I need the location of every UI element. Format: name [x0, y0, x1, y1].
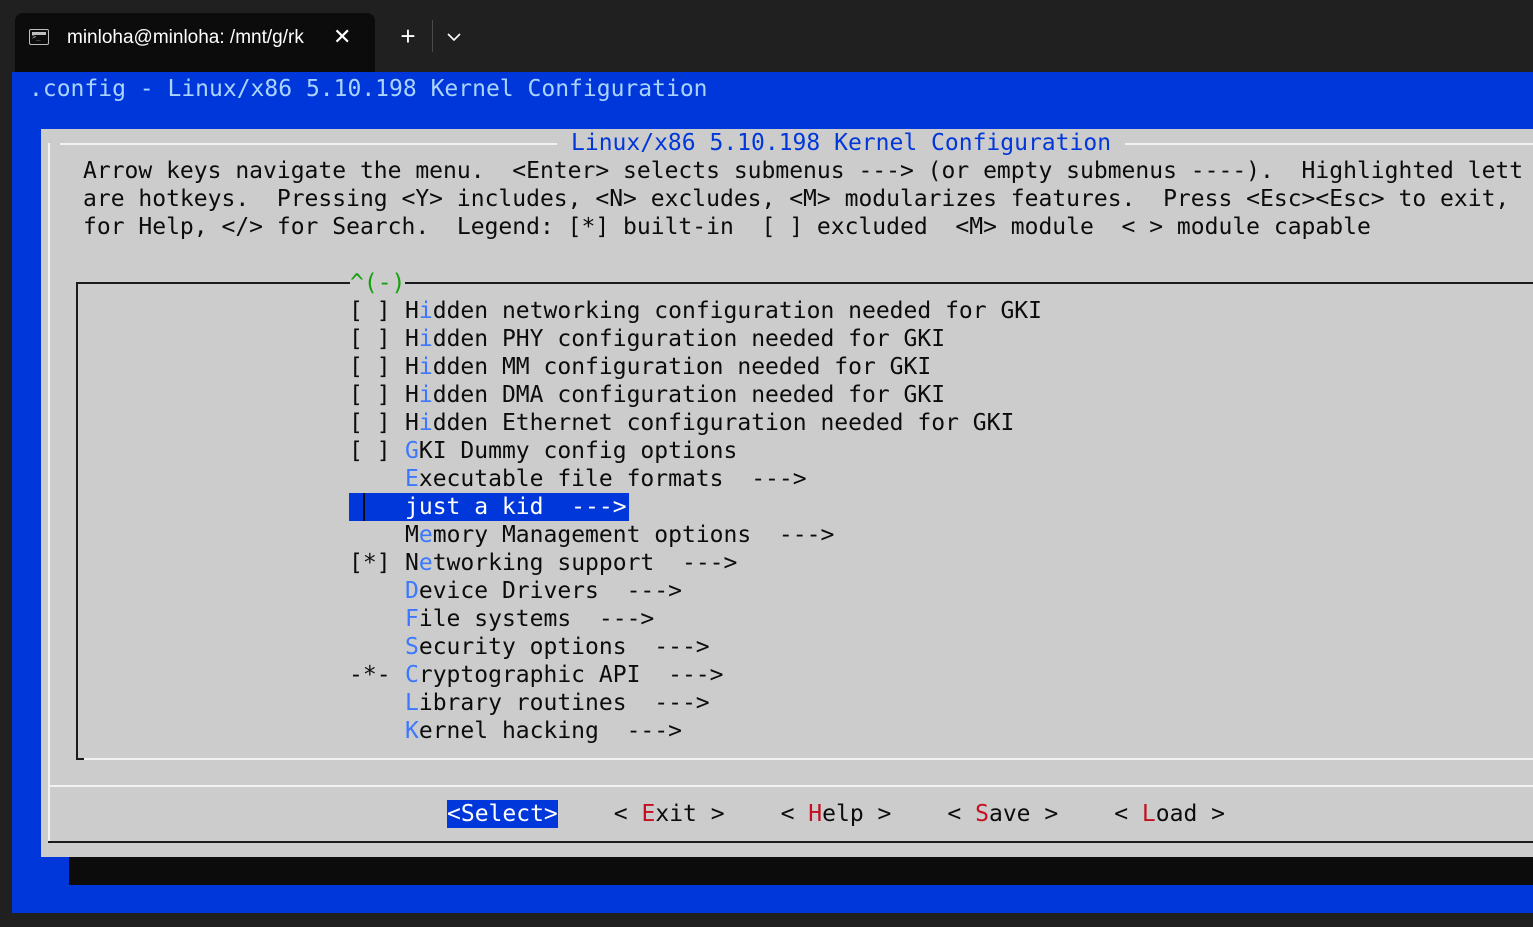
scroll-up-indicator: ^(-) [350, 270, 406, 296]
menu-item-label: Hidden PHY configuration needed for GKI [405, 326, 946, 352]
menu-item-label: Networking support ---> [405, 550, 738, 576]
menu-item-label: just a kid ---> [405, 494, 627, 520]
select-button[interactable]: <Select> [447, 800, 558, 828]
menu-item-hotkey: G [405, 438, 419, 464]
menu-item-hotkey: C [405, 662, 419, 688]
help-text-line: are hotkeys. Pressing <Y> includes, <N> … [83, 186, 1510, 212]
tab-title: minloha@minloha: /mnt/g/rk [67, 27, 304, 48]
menu-item-hotkey: i [418, 410, 433, 436]
menu-item[interactable]: [ ] Hidden PHY configuration needed for G… [349, 325, 1042, 353]
chevron-down-icon[interactable] [442, 20, 466, 52]
menu-item[interactable]: File systems ---> [349, 605, 1042, 633]
menu-item-state: [ ] [349, 438, 391, 464]
menu-item-state: [ ] [349, 410, 391, 436]
config-header: .config - Linux/x86 5.10.198 Kernel Conf… [29, 76, 708, 102]
menu-item-state: [ ] [349, 382, 391, 408]
frame-border [48, 143, 50, 843]
help-text-line: Arrow keys navigate the menu. <Enter> se… [83, 158, 1524, 184]
menu-item[interactable]: Security options ---> [349, 633, 1042, 661]
menu-item-state: [ ] [349, 354, 391, 380]
menu-item[interactable]: [ ] Hidden MM configuration needed for GK… [349, 353, 1042, 381]
menu-item[interactable]: [ ] Hidden DMA configuration needed for G… [349, 381, 1042, 409]
menu-item-hotkey: i [418, 326, 433, 352]
help-text-line: for Help, </> for Search. Legend: [*] bu… [83, 214, 1371, 240]
menu-item-label: Hidden networking configuration needed f… [405, 298, 1042, 324]
menu-item-state [349, 605, 405, 633]
menu-item-state [349, 717, 405, 745]
menu-item-label: Hidden Ethernet configuration needed for… [405, 410, 1015, 436]
dialog-shadow [69, 857, 1533, 885]
menu-list: [ ] Hidden networking configuration neede… [349, 297, 1042, 745]
menu-item-label: Hidden MM configuration needed for GKI [405, 354, 932, 380]
menu-item-label: Security options ---> [405, 634, 710, 660]
menu-item-state: [ ] [349, 326, 391, 352]
close-icon[interactable]: ✕ [333, 25, 351, 49]
menu-item-hotkey: S [405, 634, 419, 660]
menuconfig-dialog: Linux/x86 5.10.198 Kernel Configuration … [41, 129, 1533, 857]
terminal-icon [29, 29, 49, 45]
menu-item-hotkey: e [418, 522, 433, 548]
menu-item-state [349, 465, 405, 493]
menu-item-hotkey: i [418, 298, 433, 324]
help-button[interactable]: < Help > [781, 800, 892, 828]
menu-box-border [84, 758, 1533, 760]
menu-box-border [76, 282, 350, 284]
menu-item[interactable]: Executable file formats ---> [349, 465, 1042, 493]
load-button[interactable]: < Load > [1114, 800, 1225, 828]
menu-item-label: Executable file formats ---> [405, 466, 807, 492]
menu-item-hotkey: K [405, 718, 419, 744]
menu-item-state [349, 577, 405, 605]
menu-item-hotkey: D [405, 578, 419, 604]
menu-item-hotkey: E [405, 466, 419, 492]
menu-item[interactable]: -*- Cryptographic API ---> [349, 661, 1042, 689]
menu-item-hotkey: i [418, 354, 433, 380]
menu-box-border [76, 282, 78, 760]
menu-item[interactable]: Memory Management options ---> [349, 521, 1042, 549]
terminal-tab[interactable]: minloha@minloha: /mnt/g/rk ✕ [15, 13, 375, 72]
menu-item-label: Library routines ---> [405, 690, 710, 716]
menu-item-state [349, 521, 405, 549]
menu-item-state [349, 633, 405, 661]
menu-item[interactable]: [ ] Hidden networking configuration neede… [349, 297, 1042, 325]
plus-icon[interactable]: + [394, 20, 422, 52]
button-separator [48, 785, 1533, 787]
exit-button[interactable]: < Exit > [614, 800, 725, 828]
menu-item-hotkey: e [418, 550, 433, 576]
menu-item[interactable]: [ ] GKI Dummy config options [349, 437, 1042, 465]
menu-item-state [349, 689, 405, 717]
menu-item[interactable]: Kernel hacking ---> [349, 717, 1042, 745]
title-bar: minloha@minloha: /mnt/g/rk ✕ + [0, 0, 1533, 72]
tab-divider [432, 20, 433, 52]
menu-item-hotkey: i [418, 382, 433, 408]
menu-item-label: Kernel hacking ---> [405, 718, 682, 744]
menu-item-hotkey: F [405, 606, 419, 632]
menu-item-state [349, 493, 405, 521]
menu-item-state: [*] [349, 550, 391, 576]
menu-box-border [76, 758, 84, 760]
menu-item-state: [ ] [349, 298, 391, 324]
menu-item-label: Memory Management options ---> [405, 522, 835, 548]
button-bar: <Select> < Exit > < Help > < Save > < Lo… [447, 800, 1225, 828]
menu-item[interactable]: [ ] Hidden Ethernet configuration needed … [349, 409, 1042, 437]
menu-item-hotkey: L [405, 690, 419, 716]
save-button[interactable]: < Save > [947, 800, 1058, 828]
menu-item[interactable]: just a kid ---> [349, 493, 629, 521]
menu-item-label: Hidden DMA configuration needed for GKI [405, 382, 946, 408]
terminal-area[interactable]: .config - Linux/x86 5.10.198 Kernel Conf… [12, 72, 1533, 913]
menu-item-label: GKI Dummy config options [405, 438, 738, 464]
menu-box-border [405, 282, 1533, 284]
menu-item[interactable]: Library routines ---> [349, 689, 1042, 717]
frame-border [48, 841, 1533, 843]
menu-item[interactable]: [*] Networking support ---> [349, 549, 1042, 577]
menu-item-label: File systems ---> [405, 606, 655, 632]
menu-item[interactable]: Device Drivers ---> [349, 577, 1042, 605]
menu-item-label: Cryptographic API ---> [405, 662, 724, 688]
dialog-title: Linux/x86 5.10.198 Kernel Configuration [557, 129, 1126, 157]
menu-item-label: Device Drivers ---> [405, 578, 682, 604]
menu-item-state: -*- [349, 662, 391, 688]
